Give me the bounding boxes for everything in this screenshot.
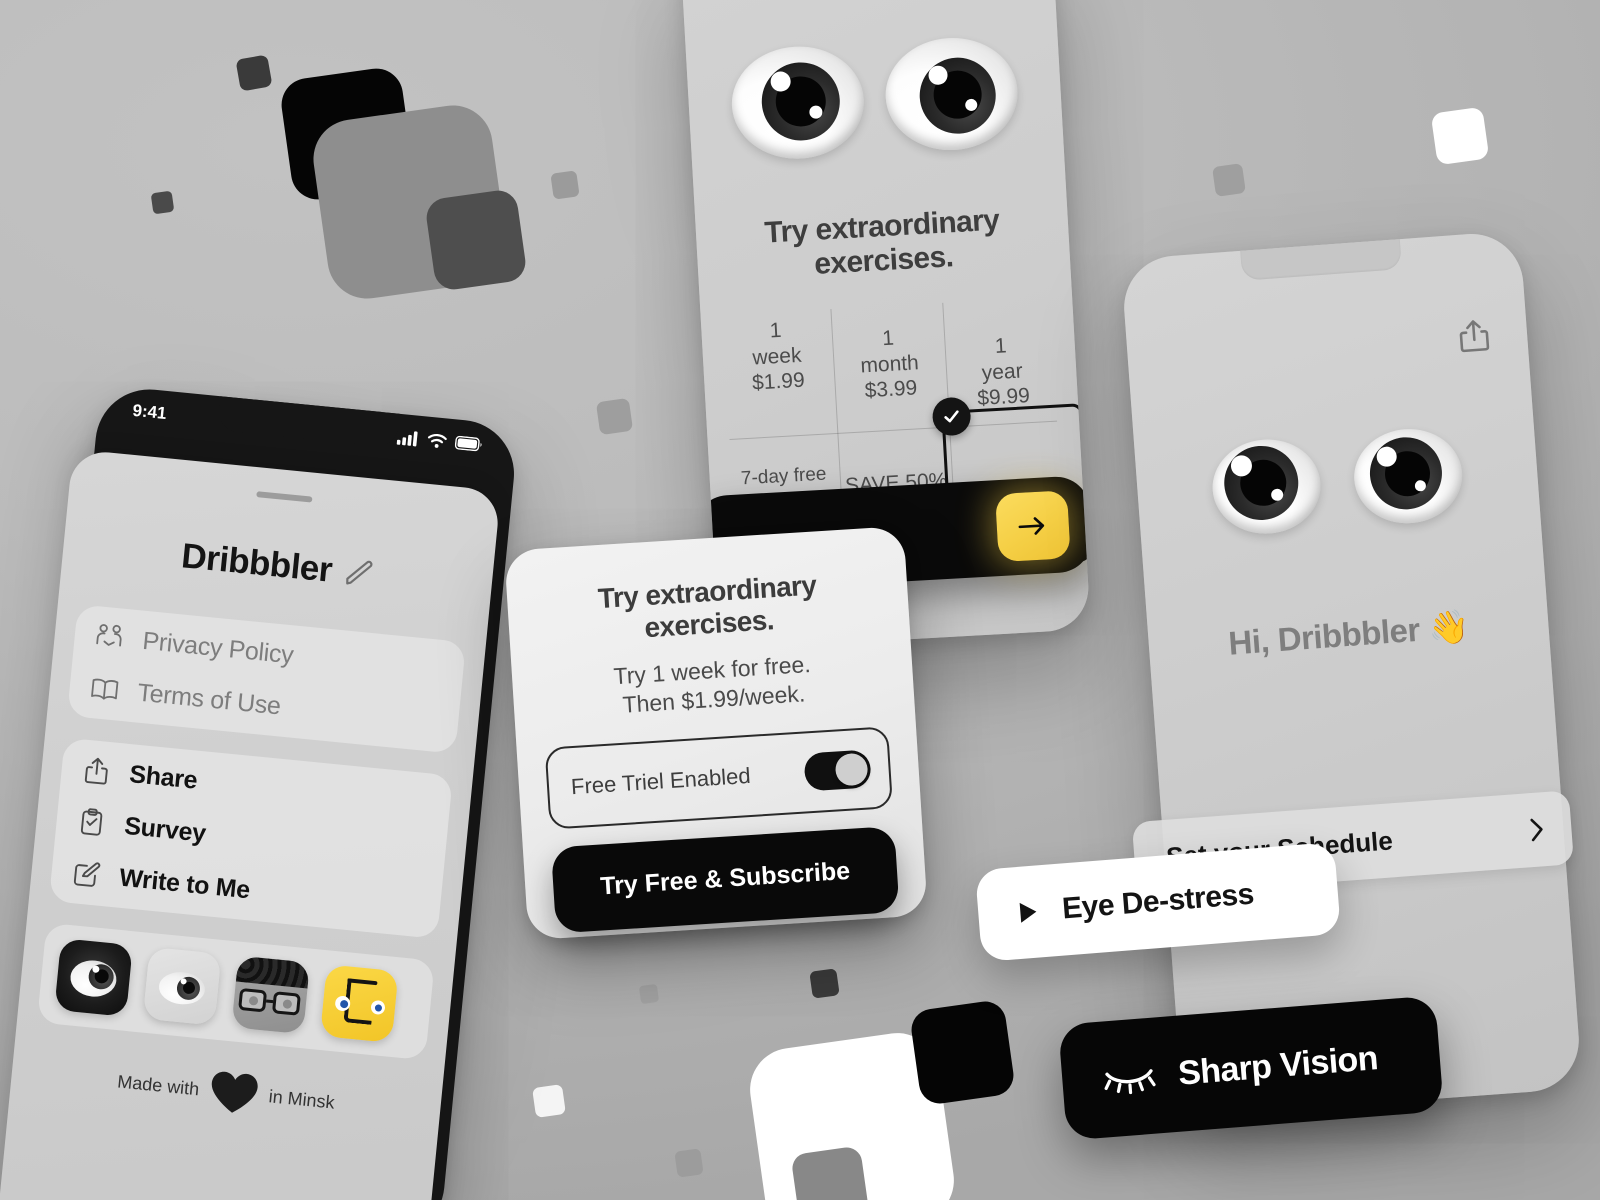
avatar-picker xyxy=(36,922,435,1061)
square-gray-tiny-c xyxy=(1212,163,1246,197)
glasses-face-avatar[interactable] xyxy=(231,955,311,1035)
sidebar-item-label: Share xyxy=(128,759,199,795)
eye-right-icon xyxy=(1350,425,1466,527)
profile-name-row: Dribbbler xyxy=(82,527,474,605)
square-dark-tiny-l xyxy=(150,190,175,215)
dark-eye-avatar[interactable] xyxy=(54,938,133,1017)
square-gray-tiny-a xyxy=(550,170,580,200)
battery-icon xyxy=(454,435,482,452)
share-icon xyxy=(1459,320,1490,353)
canvas-backdrop: Try extraordinary exercises. 1 week $1.9… xyxy=(0,0,1600,1200)
footer-prefix: Made with xyxy=(116,1070,201,1099)
square-gray-tiny-d xyxy=(674,1148,704,1178)
heart-icon xyxy=(211,1071,258,1113)
share-icon xyxy=(80,754,113,787)
light-eye-avatar[interactable] xyxy=(142,946,222,1026)
eye-right-icon xyxy=(882,34,1021,154)
people-handshake-icon xyxy=(93,621,126,654)
eye-left-icon xyxy=(728,43,867,163)
sidebar-item-label: Terms of Use xyxy=(136,678,282,720)
open-book-icon xyxy=(88,673,121,706)
plan-cell-week[interactable]: 1 week $1.99 xyxy=(718,303,837,446)
square-gray-tiny-b xyxy=(595,397,634,436)
try-free-subscribe-button[interactable]: Try Free & Subscribe xyxy=(550,825,900,934)
page-title: Dribbbler xyxy=(179,536,334,590)
wifi-icon xyxy=(427,433,447,448)
legal-menu-card: Privacy Policy Terms of Use xyxy=(66,604,467,754)
sharp-vision-button[interactable]: Sharp Vision xyxy=(1058,995,1444,1141)
signal-bars-icon xyxy=(396,431,418,447)
square-dark-small xyxy=(235,54,273,92)
square-gray-mid xyxy=(790,1145,870,1200)
plan-cell-month[interactable]: 1 month $3.99 xyxy=(830,297,949,440)
checkmark-icon xyxy=(944,410,959,423)
paywall-heading: Try extraordinary exercises. xyxy=(763,203,1001,281)
free-trial-toggle-row[interactable]: Free Triel Enabled xyxy=(544,726,894,830)
home-greeting: Hi, Dribbbler 👋 xyxy=(1227,607,1471,662)
sidebar-item-label: Privacy Policy xyxy=(141,626,295,669)
square-black-mid xyxy=(908,998,1017,1107)
footer-credit: Made with in Minsk xyxy=(30,1050,423,1134)
settings-sheet: Dribbbler Privacy Policy Terms of Use Sh… xyxy=(0,449,501,1200)
actions-menu-card: Share Survey Write to Me xyxy=(48,737,453,939)
plan-price: $1.99 xyxy=(751,368,806,395)
subscribe-card-title: Try extraordinary exercises. xyxy=(597,569,818,644)
home-eyes-illustration xyxy=(1134,420,1540,543)
square-dark-tiny-c xyxy=(809,968,840,999)
plan-price: $3.99 xyxy=(864,376,918,403)
free-trial-switch[interactable] xyxy=(803,749,872,792)
clipboard-check-icon xyxy=(75,806,108,839)
subscribe-card-subtitle: Try 1 week for free. Then $1.99/week. xyxy=(540,645,887,725)
pencil-icon[interactable] xyxy=(342,557,375,590)
sheet-grabber[interactable] xyxy=(256,491,313,503)
footer-suffix: in Minsk xyxy=(267,1085,336,1113)
free-trial-label: Free Triel Enabled xyxy=(570,762,752,800)
yellow-face-avatar[interactable] xyxy=(319,964,399,1043)
play-triangle-icon xyxy=(1019,902,1037,923)
square-white-small xyxy=(1430,106,1490,166)
home-share-button[interactable] xyxy=(1456,317,1493,355)
compose-icon xyxy=(70,858,103,891)
chevron-right-icon xyxy=(1530,818,1543,842)
square-gray-dot xyxy=(638,983,660,1005)
square-dark-medium xyxy=(424,188,528,292)
home-phone: Hi, Dribbbler 👋 Set your Schedule xyxy=(1120,230,1583,1118)
square-white-tiny xyxy=(532,1084,566,1118)
status-bar-time: 9:41 xyxy=(131,400,168,423)
sharp-vision-label: Sharp Vision xyxy=(1176,1038,1380,1093)
closed-eye-lash-icon xyxy=(1104,1069,1156,1095)
sidebar-item-label: Write to Me xyxy=(118,863,252,904)
arrow-right-icon xyxy=(1018,517,1045,535)
subscribe-card: Try extraordinary exercises. Try 1 week … xyxy=(504,525,928,941)
switch-knob xyxy=(834,752,869,787)
phone-notch xyxy=(1240,239,1402,281)
paywall-eyes-illustration xyxy=(681,0,1063,165)
sidebar-item-label: Survey xyxy=(123,811,208,848)
eye-left-icon xyxy=(1209,435,1324,538)
continue-arrow-button[interactable] xyxy=(995,490,1071,563)
eye-destress-label: Eye De-stress xyxy=(1060,877,1255,926)
